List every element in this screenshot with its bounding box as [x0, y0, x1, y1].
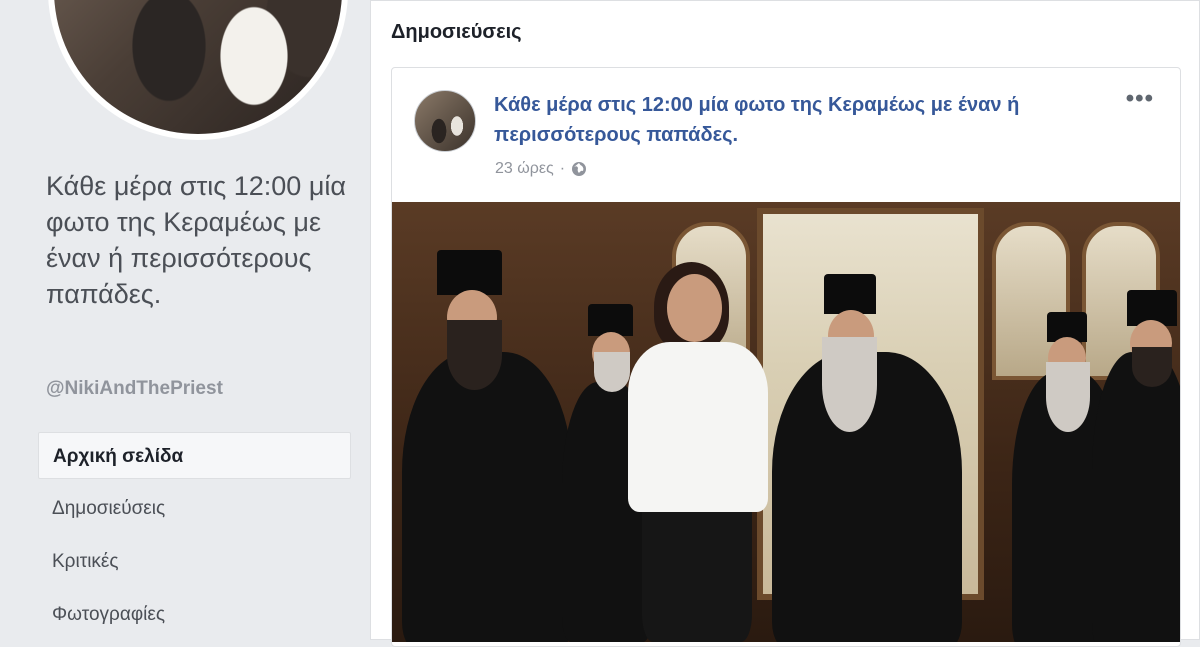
post-photo[interactable]	[392, 202, 1180, 642]
more-options-icon[interactable]: •••	[1126, 87, 1154, 111]
post-author-name[interactable]: Κάθε μέρα στις 12:00 μία φωτο της Κεραμέ…	[494, 90, 1124, 150]
profile-photo	[54, 0, 342, 134]
nav-item-photos[interactable]: Φωτογραφίες	[38, 591, 351, 638]
nav-item-posts[interactable]: Δημοσιεύσεις	[38, 485, 351, 532]
page-handle[interactable]: @NikiAndThePriest	[46, 378, 223, 400]
page-title: Κάθε μέρα στις 12:00 μία φωτο της Κεραμέ…	[46, 171, 346, 309]
photo-hat	[824, 274, 876, 314]
globe-icon	[572, 162, 587, 176]
photo-beard	[594, 352, 630, 392]
photo-beard	[447, 320, 502, 390]
posts-section: Δημοσιεύσεις Κάθε μέρα στις 12:00 μία φω…	[370, 0, 1200, 647]
photo-beard	[1046, 362, 1090, 432]
posts-header: Δημοσιεύσεις	[391, 21, 522, 43]
photo-hat	[437, 250, 502, 295]
photo-face	[667, 274, 722, 342]
page-nav: Αρχική σελίδα Δημοσιεύσεις Κριτικές Φωτο…	[38, 432, 351, 644]
photo-figure	[402, 352, 572, 642]
photo-beard	[1132, 347, 1172, 387]
photo-figure	[1092, 352, 1180, 642]
post-timestamp[interactable]: 23 ώρες	[495, 160, 554, 178]
meta-separator: ·	[559, 160, 566, 177]
post-meta: 23 ώρες ·	[495, 160, 587, 178]
nav-item-reviews[interactable]: Κριτικές	[38, 538, 351, 585]
photo-beard	[822, 337, 877, 432]
photo-jacket	[628, 342, 768, 512]
post-author-avatar[interactable]	[414, 90, 476, 152]
post-card: Κάθε μέρα στις 12:00 μία φωτο της Κεραμέ…	[391, 67, 1181, 647]
profile-picture[interactable]	[48, 0, 348, 140]
nav-item-home[interactable]: Αρχική σελίδα	[38, 432, 351, 479]
